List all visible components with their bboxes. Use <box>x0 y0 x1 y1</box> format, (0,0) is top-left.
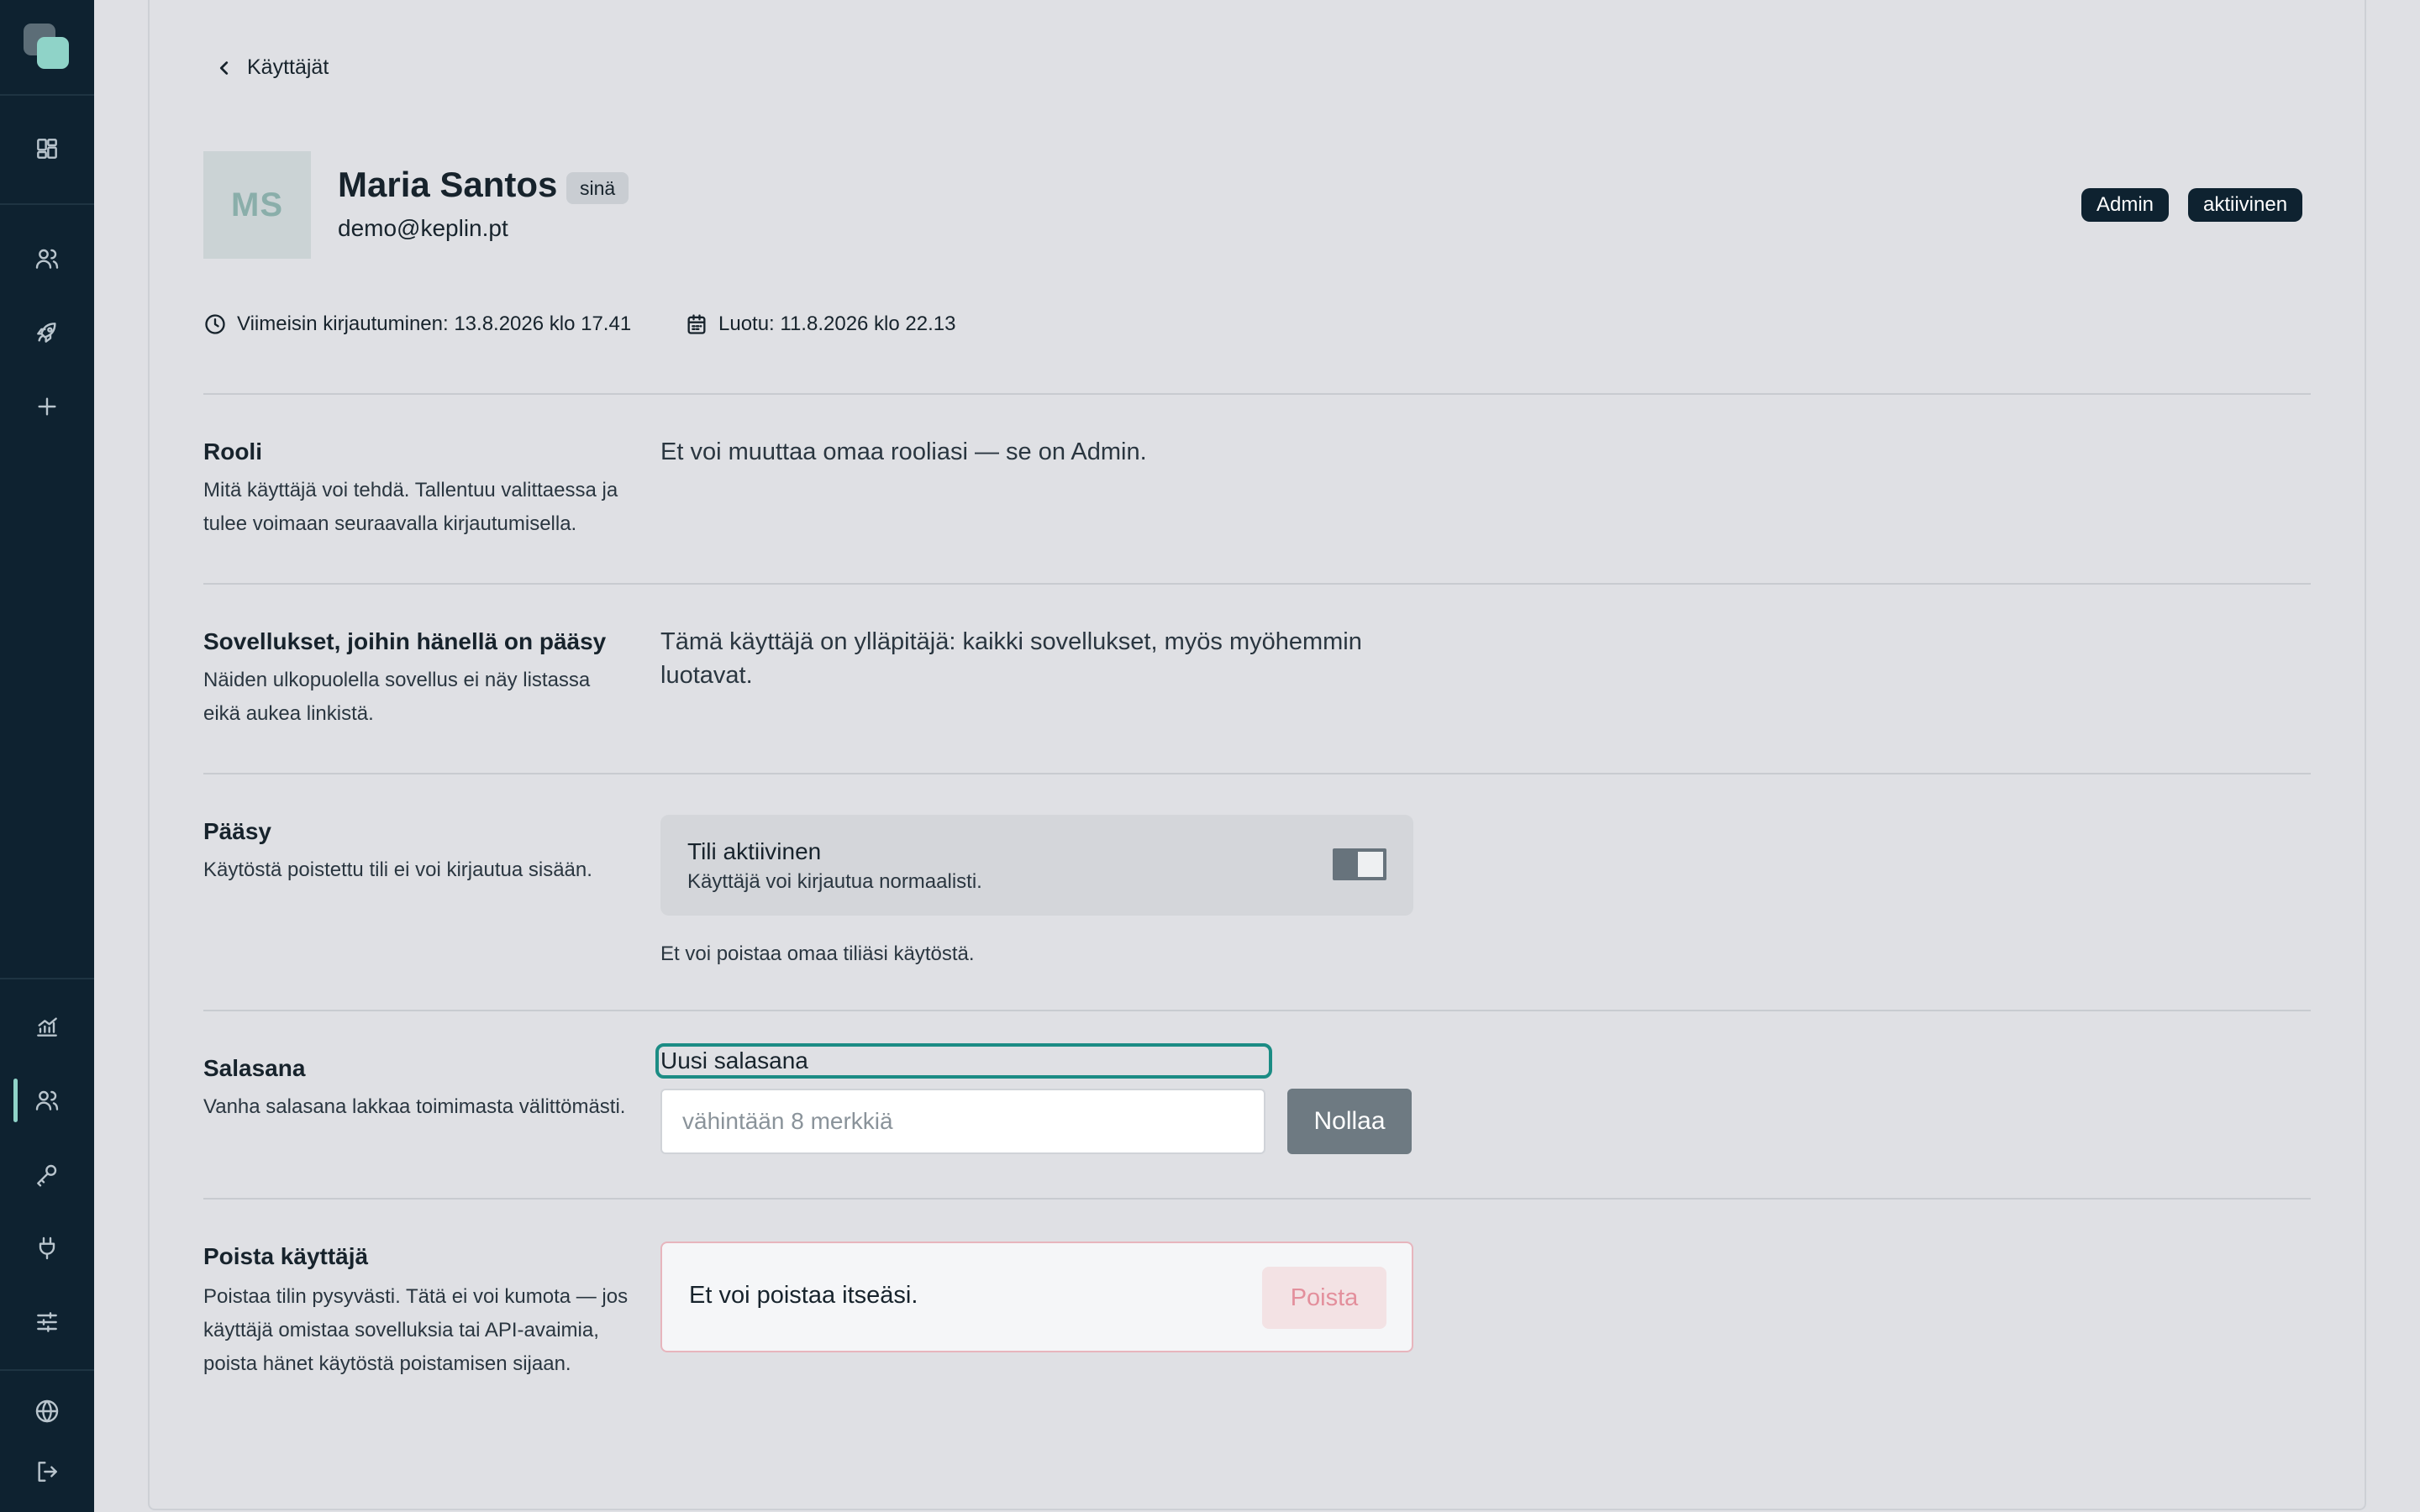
dashboard-icon[interactable] <box>30 132 64 165</box>
section-divider <box>203 1198 2311 1200</box>
user-name: Maria Santos <box>338 165 558 204</box>
sidebar <box>0 0 94 1512</box>
chevron-left-icon <box>219 60 229 75</box>
access-note: Et voi poistaa omaa tiliäsi käytöstä. <box>660 942 975 965</box>
sliders-icon[interactable] <box>30 1305 64 1339</box>
plus-icon[interactable] <box>30 390 64 423</box>
sidebar-divider <box>0 1369 94 1371</box>
access-section-title: Pääsy <box>203 818 271 844</box>
created-date-text: Luotu: 11.8.2026 klo 22.13 <box>718 312 956 335</box>
avatar: MS <box>203 151 311 259</box>
last-login: Viimeisin kirjautuminen: 13.8.2026 klo 1… <box>203 312 631 336</box>
plug-icon[interactable] <box>30 1231 64 1265</box>
logout-icon[interactable] <box>30 1455 64 1488</box>
status-badge: aktiivinen <box>2188 188 2303 222</box>
globe-icon[interactable] <box>30 1394 64 1428</box>
calendar-icon <box>687 314 706 334</box>
delete-user-message: Et voi poistaa itseäsi. <box>689 1282 918 1309</box>
delete-section-desc: Poistaa tilin pysyvästi. Tätä ei voi kum… <box>203 1285 629 1375</box>
analytics-icon[interactable] <box>30 1010 64 1043</box>
role-value: Et voi muuttaa omaa rooliasi — se on Adm… <box>660 438 1147 465</box>
password-section-title: Salasana <box>203 1055 306 1081</box>
users-icon[interactable] <box>30 242 64 276</box>
role-section-desc: Mitä käyttäjä voi tehdä. Tallentuu valit… <box>203 479 618 535</box>
user-email: demo@keplin.pt <box>338 215 508 241</box>
new-password-label[interactable]: Uusi salasana <box>655 1043 1272 1079</box>
clock-icon <box>205 314 225 334</box>
role-section-title: Rooli <box>203 438 262 465</box>
password-section-desc: Vanha salasana lakkaa toimimasta välittö… <box>203 1095 626 1118</box>
sidebar-divider <box>0 203 94 205</box>
delete-user-button[interactable]: Poista <box>1262 1267 1386 1329</box>
back-link-label: Käyttäjät <box>247 55 329 79</box>
users-icon[interactable] <box>30 1084 64 1117</box>
sidebar-divider <box>0 978 94 979</box>
app-logo[interactable] <box>24 24 71 71</box>
delete-section-title: Poista käyttäjä <box>203 1243 369 1269</box>
apps-section-desc: Näiden ulkopuolella sovellus ei näy list… <box>203 669 591 725</box>
delete-user-card: Et voi poistaa itseäsi. Poista <box>660 1242 1413 1352</box>
access-section-desc: Käytöstä poistettu tili ei voi kirjautua… <box>203 858 592 881</box>
sidebar-active-indicator <box>13 1079 18 1122</box>
apps-section-title: Sovellukset, joihin hänellä on pääsy <box>203 628 607 654</box>
section-divider <box>203 393 2311 395</box>
created-date: Luotu: 11.8.2026 klo 22.13 <box>685 312 955 336</box>
role-badge: Admin <box>2081 188 2170 222</box>
last-login-text: Viimeisin kirjautuminen: 13.8.2026 klo 1… <box>237 312 632 335</box>
account-active-toggle[interactable] <box>1333 848 1386 880</box>
section-divider <box>203 1010 2311 1011</box>
rocket-icon[interactable] <box>30 316 64 349</box>
back-link[interactable]: Käyttäjät <box>215 55 329 80</box>
section-divider <box>203 773 2311 774</box>
account-active-card: Tili aktiivinen Käyttäjä voi kirjautua n… <box>660 815 1413 916</box>
account-active-subtitle: Käyttäjä voi kirjautua normaalisti. <box>687 870 982 893</box>
new-password-input[interactable] <box>660 1089 1265 1154</box>
you-badge: sinä <box>566 172 629 204</box>
reset-password-button[interactable]: Nollaa <box>1287 1089 1412 1154</box>
apps-value: Tämä käyttäjä on ylläpitäjä: kaikki sove… <box>660 628 1362 689</box>
section-divider <box>203 583 2311 585</box>
sidebar-divider <box>0 94 94 96</box>
key-icon[interactable] <box>30 1158 64 1191</box>
account-active-title: Tili aktiivinen <box>687 838 822 864</box>
